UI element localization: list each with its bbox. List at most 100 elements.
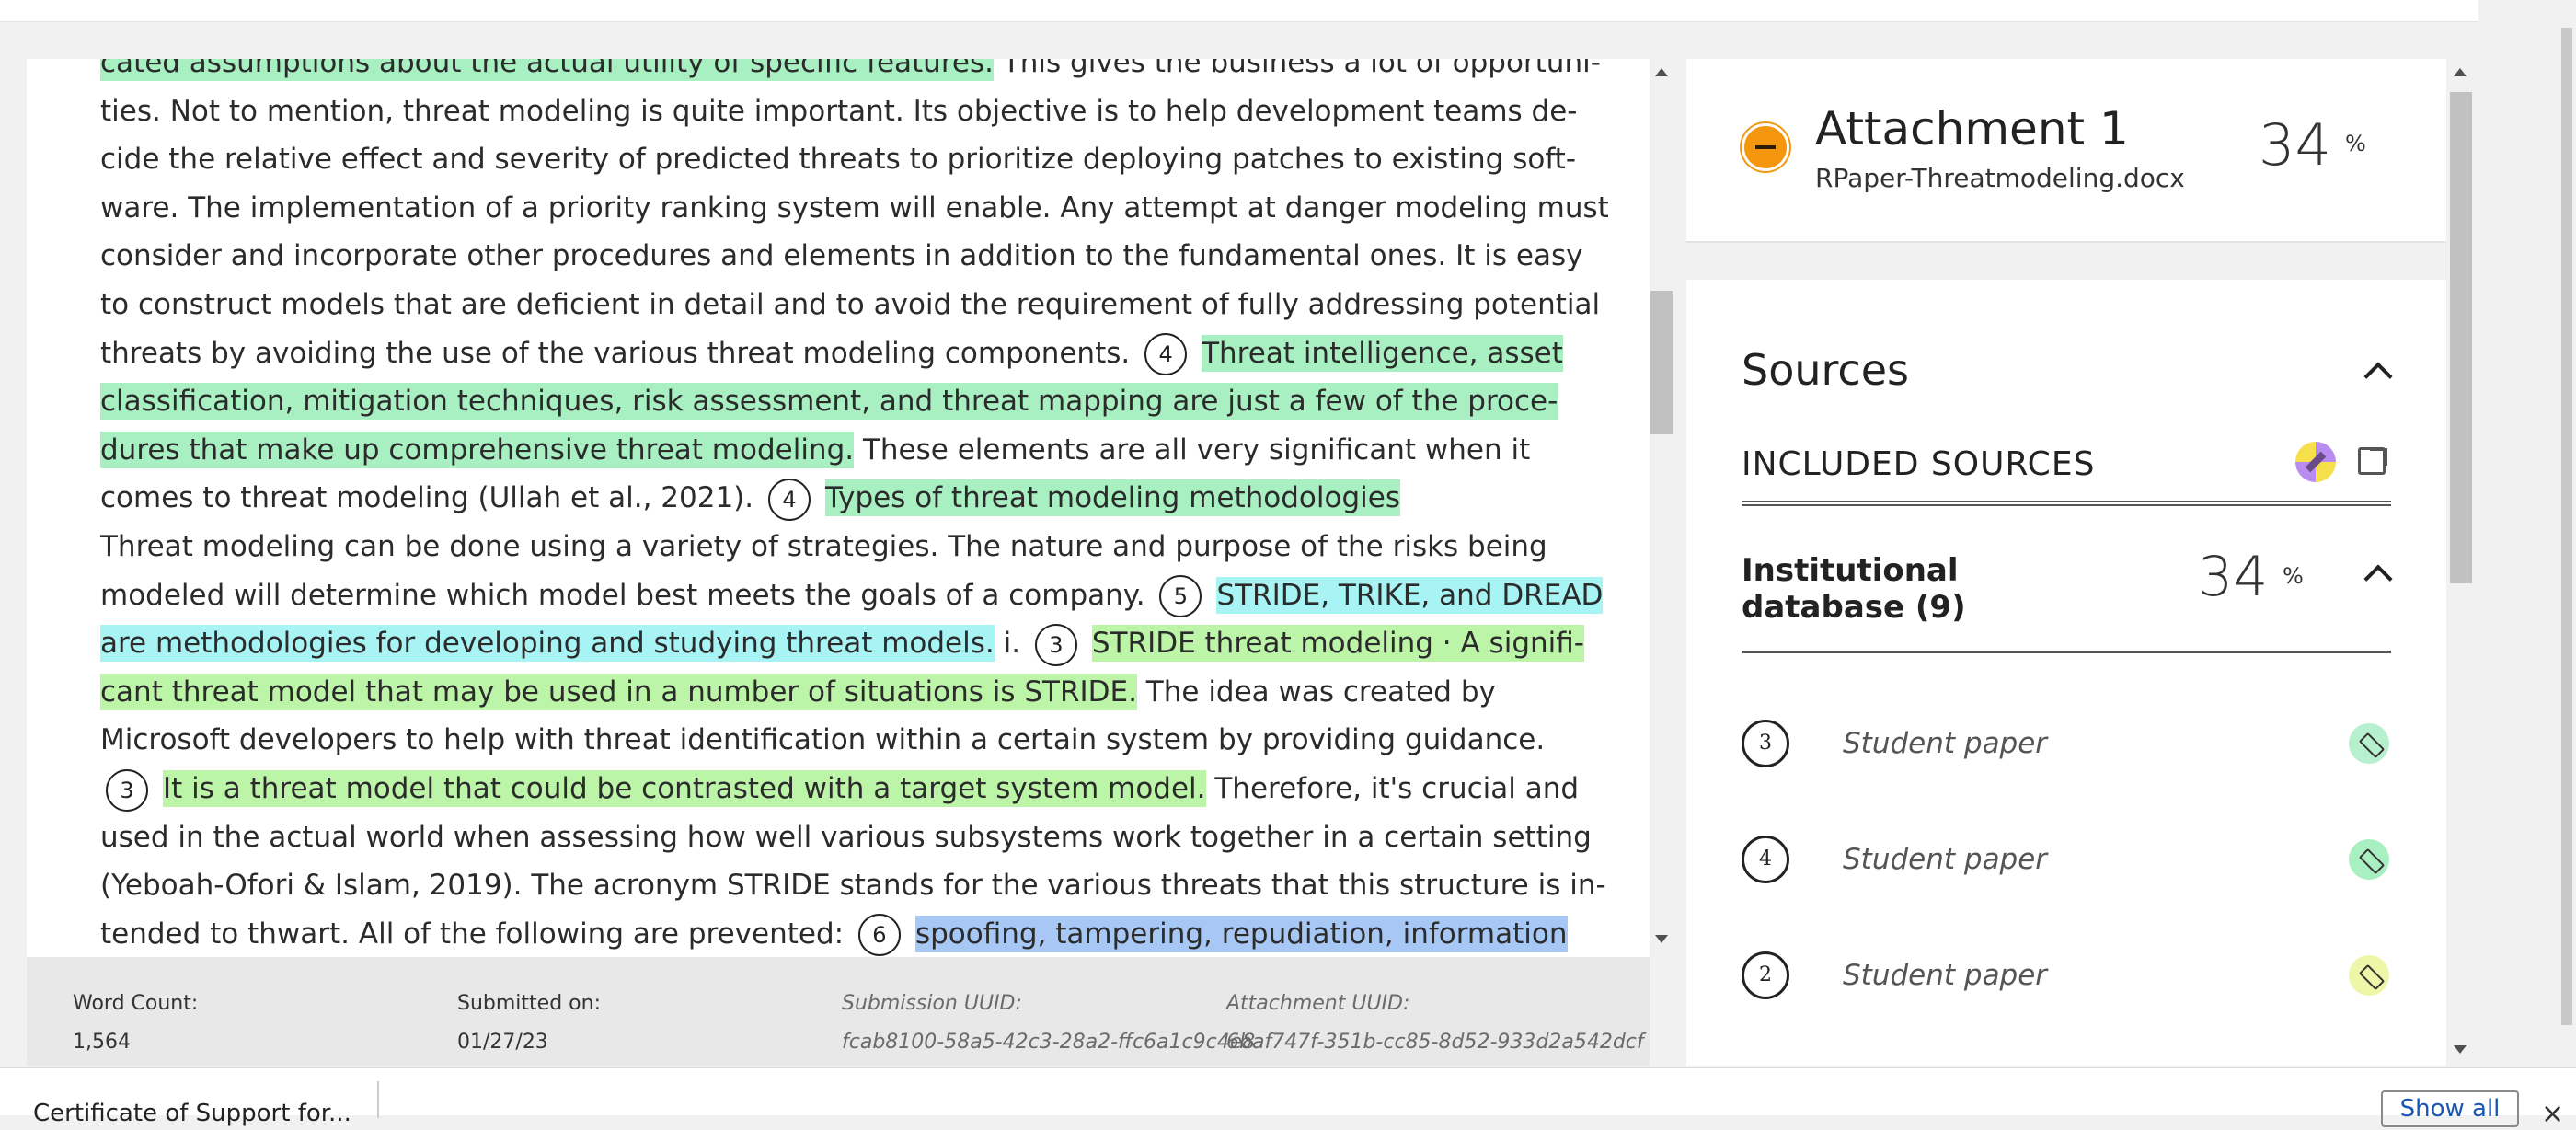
attachment-percent-symbol: % (2345, 131, 2366, 156)
submitted-label: Submitted on: (457, 992, 601, 1015)
document-line: used in the actual world when assessing … (100, 813, 1592, 861)
document-line: ware. The implementation of a priority r… (100, 184, 1609, 232)
matched-text[interactable]: cant threat model that may be used in a … (100, 673, 1137, 710)
scroll-up-arrow-icon[interactable] (1655, 68, 1668, 76)
document-text: The idea was created by (1136, 675, 1496, 709)
institutional-database-group[interactable]: Institutional database (9) 34 % (1742, 543, 2393, 653)
minus-circle-icon (1742, 123, 1789, 171)
sources-title: Sources (1742, 345, 1909, 395)
institutional-database-percent-symbol: % (2283, 563, 2304, 589)
document-text: tended to thwart. All of the following a… (100, 917, 853, 951)
matched-text[interactable]: STRIDE, TRIKE, and DREAD (1216, 576, 1604, 614)
matched-text[interactable]: Threat intelligence, asset (1202, 334, 1563, 372)
document-text: ties. Not to mention, threat modeling is… (100, 94, 1578, 128)
scrollbar-thumb[interactable] (1650, 291, 1673, 434)
document-line: Microsoft developers to help with threat… (100, 716, 1572, 764)
source-number-badge: 2 (1742, 951, 1789, 999)
highlighter-pen-icon[interactable] (2349, 723, 2389, 764)
download-item[interactable]: Certificate of Support for... (33, 1100, 351, 1127)
window-scrollbar[interactable] (2558, 0, 2576, 1067)
document-line: to construct models that are deficient i… (100, 281, 1600, 329)
scroll-down-arrow-icon[interactable] (2454, 1045, 2467, 1054)
attachment-filename: RPaper-Threatmodeling.docx (1815, 163, 2185, 193)
document-line: comes to threat modeling (Ullah et al., … (100, 474, 1572, 522)
matched-text[interactable]: classification, mitigation techniques, r… (100, 383, 1558, 421)
document-text: ware. The implementation of a priority r… (100, 190, 1609, 225)
document-line: cated assumptions about the actual utili… (100, 59, 1601, 86)
document-line: (Yeboah-Ofori & Islam, 2019). The acrony… (100, 861, 1606, 909)
document-text: Therefore, it's crucial and (1205, 772, 1580, 805)
document-text: comes to threat modeling (Ullah et al., … (100, 481, 763, 515)
scroll-down-arrow-icon[interactable] (1655, 935, 1668, 943)
show-all-button[interactable]: Show all (2381, 1090, 2519, 1127)
submission-uuid: Submission UUID: fcab8100-58a5-42c3-28a2… (842, 985, 1255, 1062)
document-line: ties. Not to mention, threat modeling is… (100, 87, 1578, 135)
match-number-badge[interactable]: 4 (767, 478, 811, 521)
match-number-badge[interactable]: 5 (1159, 575, 1202, 618)
matched-text[interactable]: It is a threat model that could be contr… (163, 770, 1206, 807)
matched-text[interactable]: are methodologies for developing and stu… (100, 625, 995, 663)
document-text: consider and incorporate other procedure… (100, 239, 1583, 273)
highlighter-pen-icon[interactable] (2349, 839, 2389, 880)
submission-uuid-value: fcab8100-58a5-42c3-28a2-ffc6a1c9c4e8 (842, 1031, 1256, 1054)
word-count-label: Word Count: (73, 992, 199, 1015)
submitted-on: Submitted on: 01/27/23 (457, 985, 601, 1062)
sources-card: Sources INCLUDED SOURCES Institutional d… (1686, 280, 2446, 1066)
source-row[interactable]: 2 Student paper (1742, 940, 2391, 1014)
document-text: threats by avoiding the use of the vario… (100, 336, 1140, 370)
scrollbar-thumb[interactable] (2450, 92, 2472, 583)
document-line: 3 It is a threat model that could be cont… (100, 765, 1579, 813)
scroll-up-arrow-icon[interactable] (2454, 68, 2467, 76)
document-text: to construct models that are deficient i… (100, 288, 1601, 321)
matched-text[interactable]: spoofing, tampering, repudiation, inform… (914, 915, 1568, 952)
document-line: cide the relative effect and severity of… (100, 135, 1576, 183)
document-text: cide the relative effect and severity of… (100, 143, 1577, 177)
document-footer: Word Count: 1,564 Submitted on: 01/27/23… (27, 957, 1650, 1066)
highlighter-pen-icon[interactable] (2349, 955, 2389, 996)
window-scrollbar-thumb[interactable] (2561, 28, 2572, 1025)
document-line: consider and incorporate other procedure… (100, 232, 1583, 280)
document-text: This gives the business a lot of opportu… (993, 59, 1601, 79)
source-name: Student paper (1843, 959, 2048, 992)
attachment-card[interactable]: Attachment 1 RPaper-Threatmodeling.docx … (1686, 59, 2446, 243)
matched-text[interactable]: Types of threat modeling methodologies (824, 479, 1400, 517)
document-line: threats by avoiding the use of the vario… (100, 329, 1572, 377)
close-icon[interactable]: × (2541, 1098, 2564, 1130)
attachment-percent: 34 (2259, 111, 2331, 179)
document-text: i. (994, 627, 1029, 661)
sources-scrollbar[interactable] (2446, 59, 2474, 1066)
downloads-bar: Certificate of Support for... Show all × (0, 1067, 2576, 1130)
match-number-badge[interactable]: 3 (1034, 623, 1077, 666)
scrollbar-track[interactable] (1650, 59, 1673, 957)
match-number-badge[interactable]: 4 (1144, 333, 1188, 376)
collapse-database-chevron-up-icon[interactable] (2363, 564, 2393, 594)
similarity-panel: Attachment 1 RPaper-Threatmodeling.docx … (1686, 59, 2446, 1066)
source-row[interactable]: 4 Student paper (1742, 824, 2391, 898)
matched-text[interactable]: cated assumptions about the actual utili… (100, 59, 994, 81)
included-sources-header: INCLUDED SOURCES (1742, 438, 2391, 506)
collapse-sources-chevron-up-icon[interactable] (2363, 362, 2393, 391)
submission-uuid-label: Submission UUID: (842, 992, 1022, 1015)
attachment-uuid-value: 6baf747f-351b-cc85-8d52-933d2a542dcf (1226, 1031, 1644, 1054)
matched-text[interactable]: STRIDE threat modeling · A signifi- (1091, 625, 1584, 663)
institutional-database-percent: 34 (2198, 545, 2269, 609)
open-external-icon[interactable] (2358, 447, 2387, 475)
document-line: are methodologies for developing and stu… (100, 619, 1584, 667)
attachment-title: Attachment 1 (1815, 102, 2129, 156)
matched-text[interactable]: dures that make up comprehensive threat … (100, 431, 855, 468)
document-text: Microsoft developers to help with threat… (100, 723, 1546, 757)
source-row[interactable]: 10Student paper (1742, 1056, 2391, 1066)
source-name: Student paper (1843, 727, 2048, 760)
document-line: tended to thwart. All of the following a… (100, 910, 1572, 957)
source-row[interactable]: 3 Student paper (1742, 709, 2391, 782)
document-text: (Yeboah-Ofori & Islam, 2019). The acrony… (100, 869, 1606, 903)
document-panel: cated assumptions about the actual utili… (27, 59, 1673, 957)
match-number-badge[interactable]: 3 (106, 768, 148, 812)
document-scrollbar[interactable] (1646, 59, 1673, 957)
submitted-value: 01/27/23 (457, 1031, 548, 1054)
document-text: modeled will determine which model best … (100, 578, 1155, 612)
document-line: classification, mitigation techniques, r… (100, 377, 1572, 425)
document-line: dures that make up comprehensive threat … (100, 426, 1572, 474)
highlight-toggle-icon[interactable] (2295, 442, 2336, 482)
match-number-badge[interactable]: 6 (857, 914, 901, 957)
